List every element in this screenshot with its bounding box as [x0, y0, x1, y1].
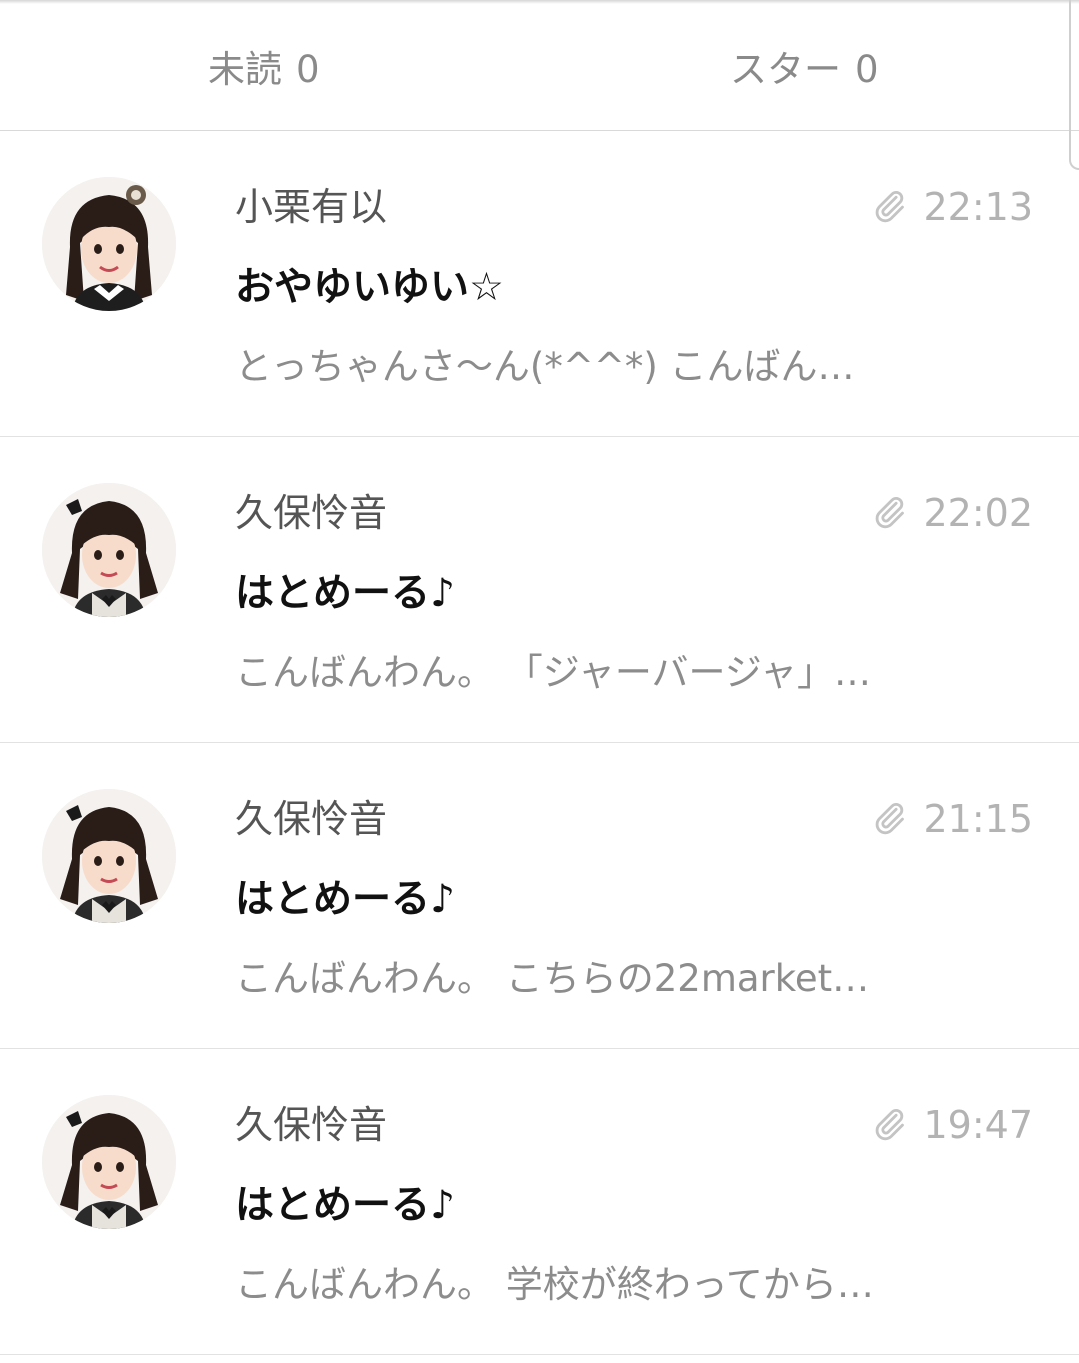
message-row[interactable]: 久保怜音 22:02 はとめーる♪ こんばんわん。 「ジャーバージャ」… [0, 437, 1079, 743]
message-time: 22:13 [923, 185, 1033, 229]
message-preview: こんばんわん。 学校が終わってから… [235, 1263, 874, 1306]
paperclip-icon [875, 191, 904, 223]
sender-name: 小栗有以 [235, 185, 388, 229]
avatar [42, 483, 176, 617]
paperclip-icon [875, 803, 904, 835]
message-subject: はとめーる♪ [235, 877, 455, 922]
sender-name: 久保怜音 [235, 1103, 388, 1147]
avatar [42, 1095, 176, 1229]
message-subject: はとめーる♪ [235, 1183, 455, 1228]
message-subject: はとめーる♪ [235, 571, 455, 616]
paperclip-icon [875, 497, 904, 529]
tab-star-label: スター [730, 48, 841, 91]
message-time: 22:02 [923, 491, 1033, 535]
message-time: 19:47 [923, 1103, 1033, 1147]
sender-name: 久保怜音 [235, 491, 388, 535]
tab-unread[interactable]: 未読 0 [208, 44, 320, 96]
message-row[interactable]: 小栗有以 22:13 おやゆいゆい☆ とっちゃんさ〜ん(*^^*) こんばん… [0, 131, 1079, 437]
message-row[interactable]: 久保怜音 19:47 はとめーる♪ こんばんわん。 学校が終わってから… [0, 1049, 1079, 1355]
tab-unread-label: 未読 [208, 48, 282, 91]
message-time: 21:15 [923, 797, 1033, 841]
mail-filter-tabs: 未読 0 スター 0 [0, 0, 1079, 131]
tab-star[interactable]: スター 0 [730, 44, 879, 96]
paperclip-icon [875, 1109, 904, 1141]
message-preview: とっちゃんさ〜ん(*^^*) こんばん… [235, 345, 855, 388]
tab-star-count: 0 [855, 48, 879, 91]
avatar [42, 789, 176, 923]
avatar [42, 177, 176, 311]
sender-name: 久保怜音 [235, 797, 388, 841]
message-row[interactable]: 久保怜音 21:15 はとめーる♪ こんばんわん。 こちらの22market… [0, 743, 1079, 1049]
message-preview: こんばんわん。 「ジャーバージャ」… [235, 651, 871, 694]
tab-unread-count: 0 [296, 48, 320, 91]
message-subject: おやゆいゆい☆ [235, 265, 504, 310]
message-preview: こんばんわん。 こちらの22market… [235, 957, 870, 1000]
